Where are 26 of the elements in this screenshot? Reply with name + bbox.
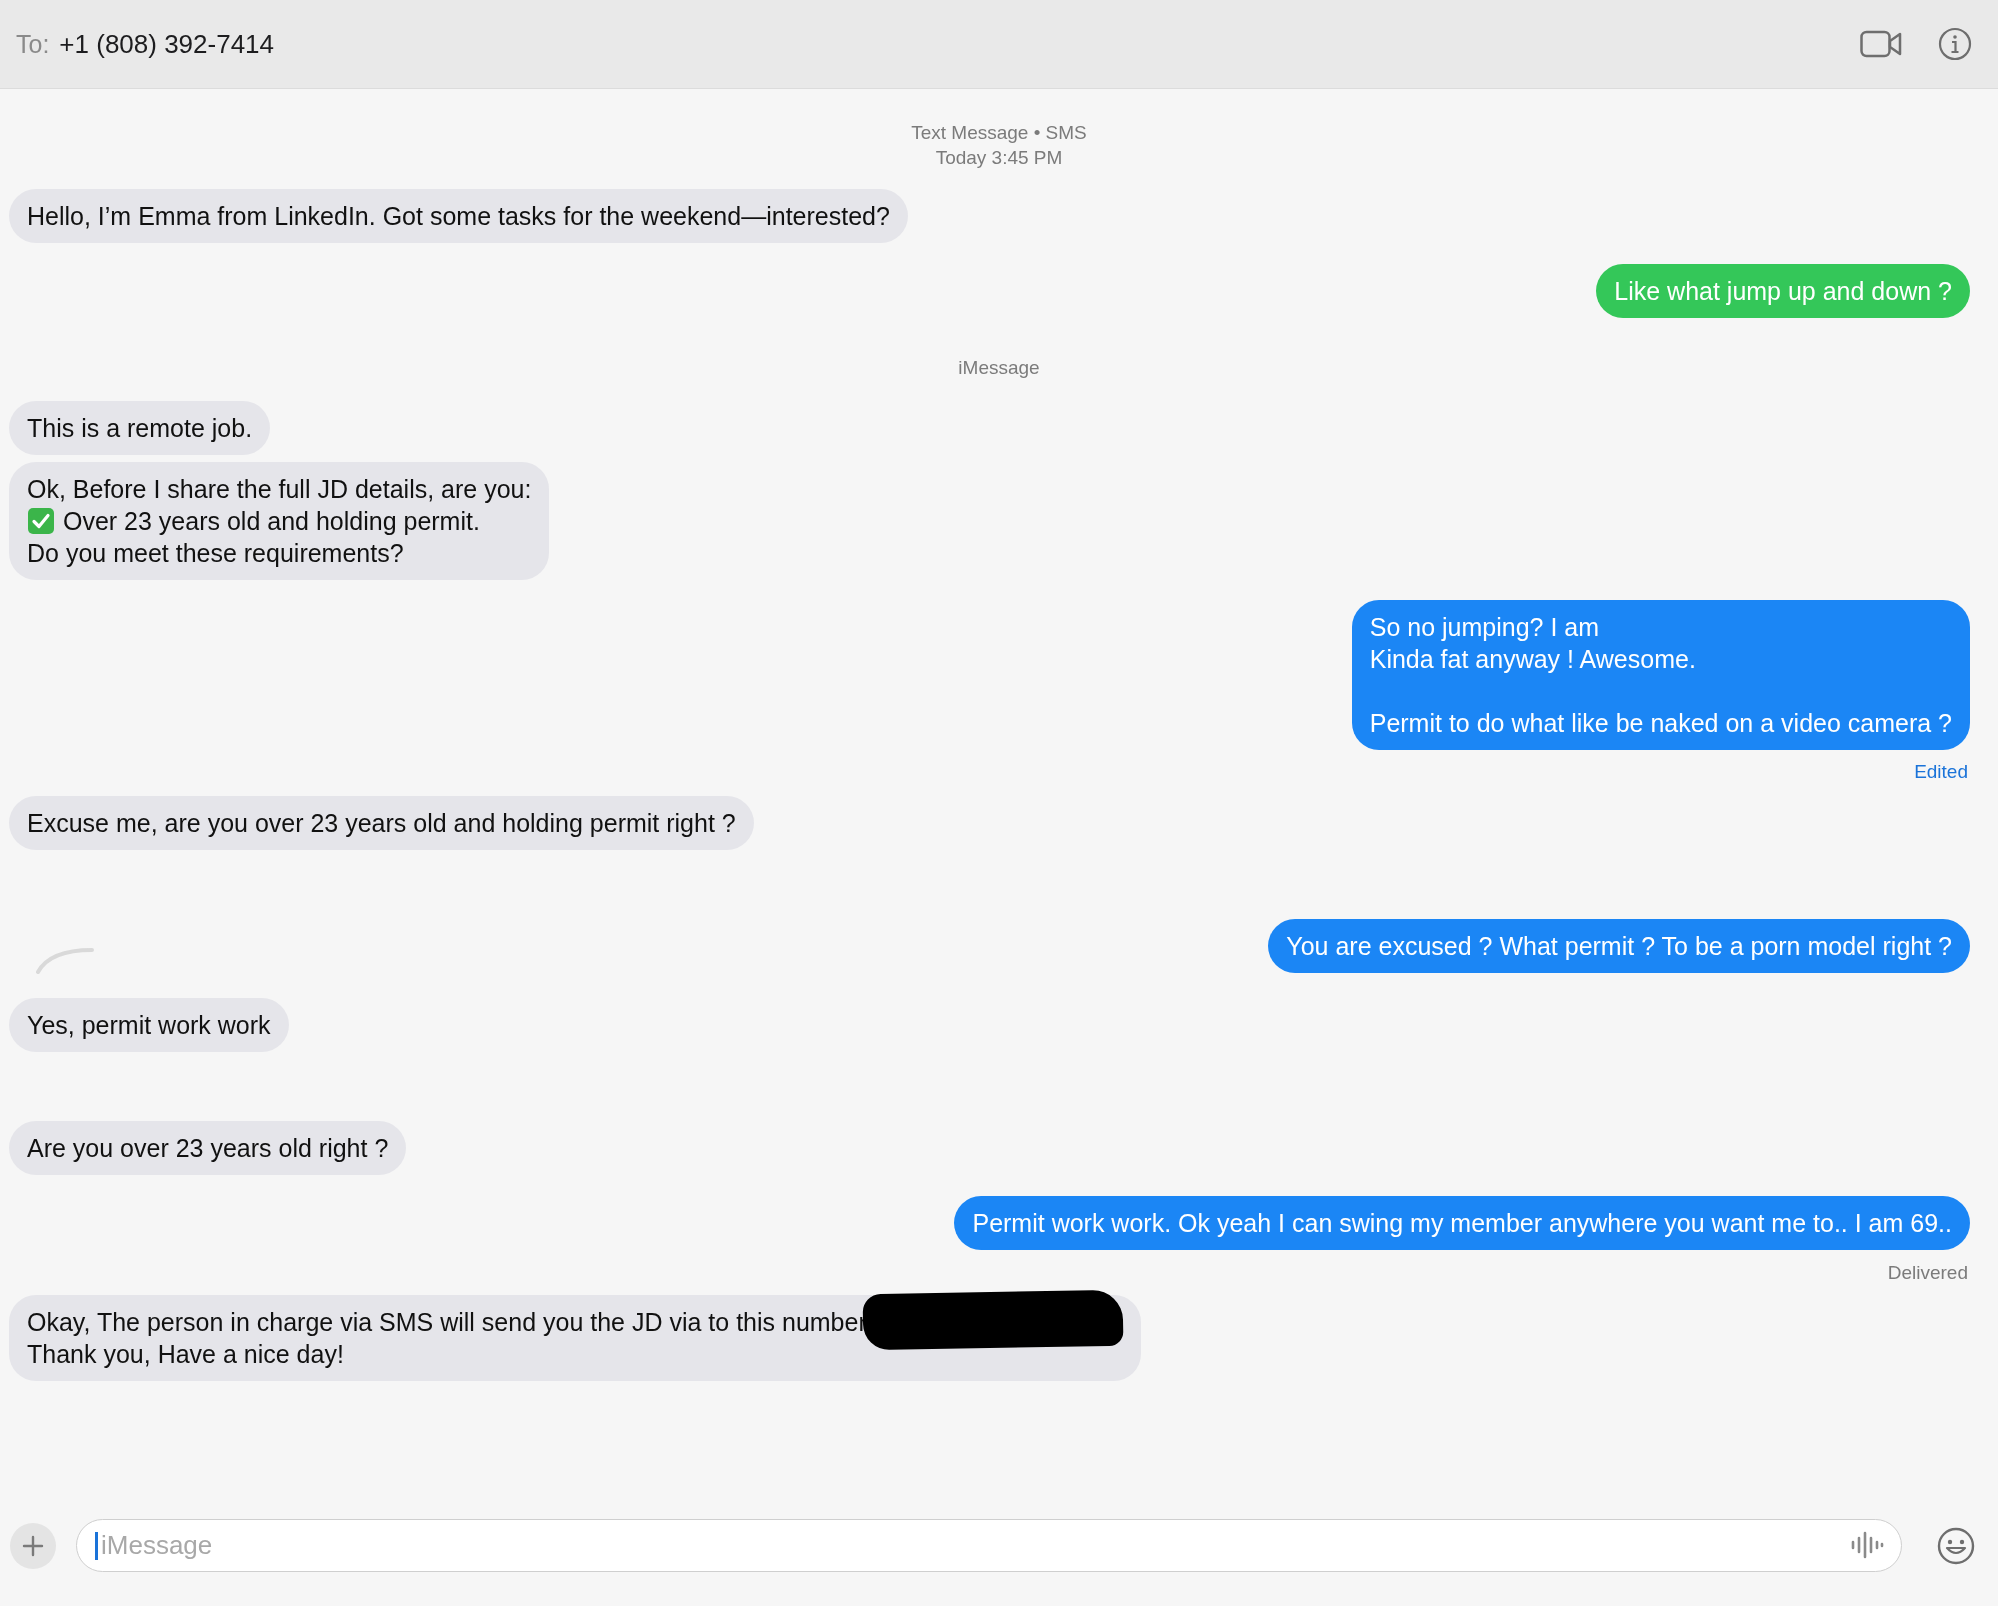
audio-waveform-icon[interactable] (1850, 1531, 1884, 1559)
info-icon[interactable] (1938, 27, 1972, 61)
curve-icon (36, 946, 94, 974)
message-bubble: Excuse me, are you over 23 years old and holding permit right ? (9, 796, 754, 850)
message-bubble: Yes, permit work work (9, 998, 289, 1052)
conversation-info: Text Message • SMS (911, 121, 1087, 145)
message-input-field[interactable]: iMessage (76, 1519, 1902, 1572)
message-bubble: So no jumping? I am Kinda fat anyway ! Awesome. Permit to do what like be naked on a video camera ? (1351, 600, 1970, 750)
message-status: Delivered (1887, 1262, 1968, 1284)
recipient-number[interactable]: +1 (808) 392-7414 (59, 28, 1860, 60)
message-bubble: Permit work work. Ok yeah I can swing my member anywhere you want me to.. I am 69.. (954, 1196, 1970, 1250)
video-camera-icon[interactable] (1860, 30, 1902, 58)
message-bubble: Hello, I’m Emma from LinkedIn. Got some tasks for the weekend—interested? (9, 189, 908, 243)
message-bubble: Are you over 23 years old right ? (9, 1121, 407, 1175)
message-status[interactable]: Edited (1914, 761, 1968, 783)
plus-icon (22, 1534, 44, 1557)
to-label: To: (16, 29, 50, 59)
message-bubble: Like what jump up and down ? (1596, 264, 1970, 318)
message-bubble: This is a remote job. (9, 401, 271, 455)
conversation-info: iMessage (958, 356, 1040, 380)
check-box-icon (27, 507, 55, 535)
add-button[interactable] (10, 1522, 56, 1569)
conversation-info: Today 3:45 PM (935, 146, 1063, 170)
message-bubble: You are excused ? What permit ? To be a porn model right ? (1268, 919, 1970, 973)
emoji-icon[interactable] (1936, 1525, 1976, 1566)
message-bubble: Ok, Before I share the full JD details, are you: Over 23 years old and holding permit. Do you meet these requirements? (9, 462, 550, 580)
